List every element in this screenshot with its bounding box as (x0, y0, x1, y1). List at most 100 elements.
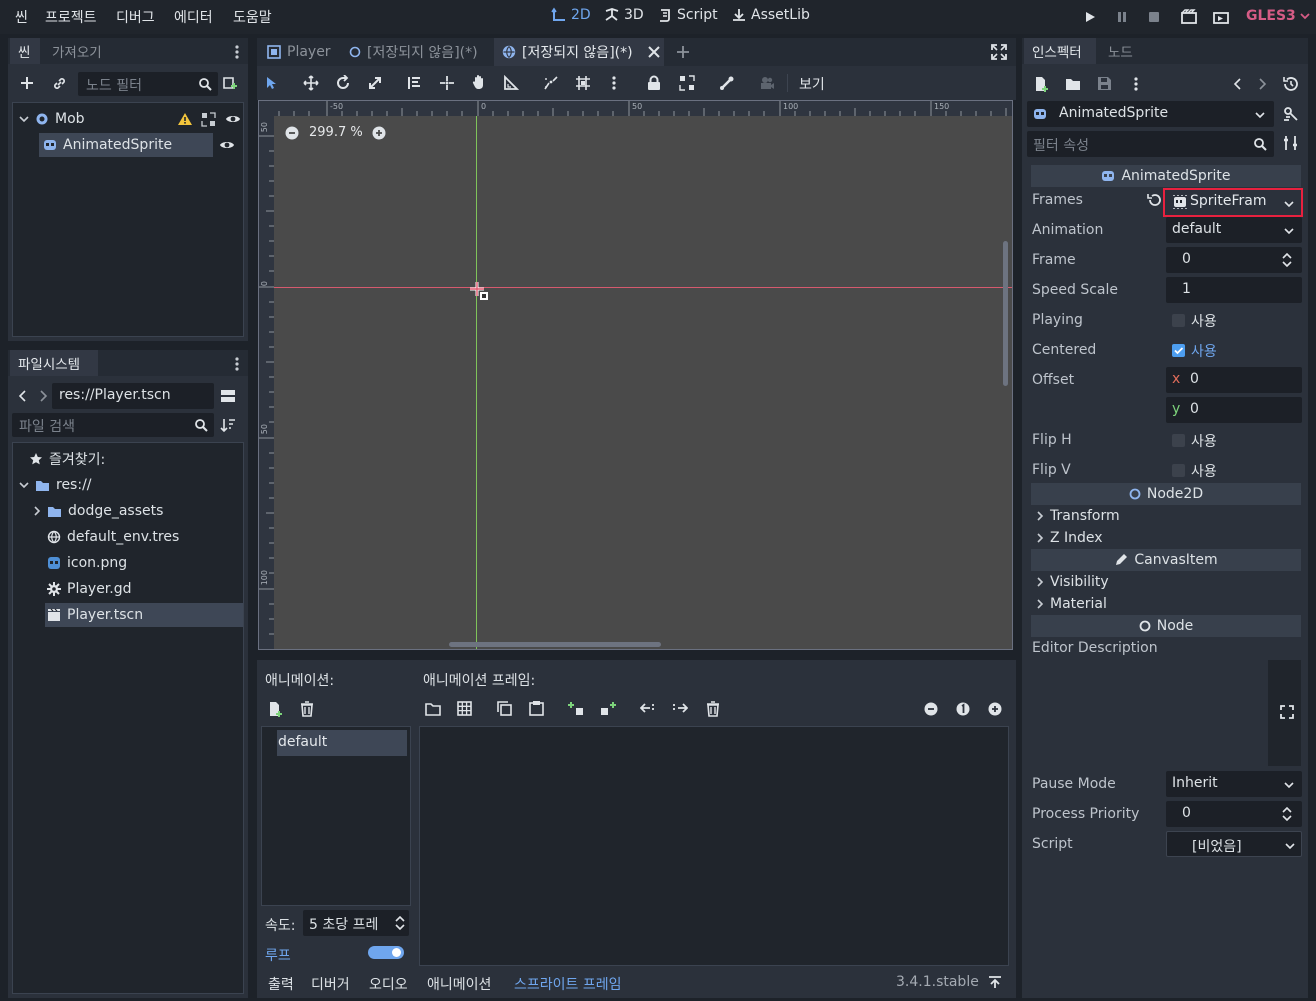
tab-animation[interactable]: 애니메이션 (427, 974, 491, 994)
tab-sprite-frames[interactable]: 스프라이트 프레임 (514, 974, 622, 994)
vertical-scrollbar[interactable] (1003, 241, 1008, 386)
split-view-icon[interactable] (220, 388, 236, 404)
frames-resource-field[interactable]: SpriteFram (1163, 188, 1303, 217)
move-tool-icon[interactable] (303, 75, 319, 91)
zoom-out-icon[interactable] (285, 126, 299, 140)
workspace-3d-button[interactable]: 3D (604, 7, 644, 23)
sprite-sheet-icon[interactable] (457, 701, 472, 716)
more-options-icon[interactable] (1133, 76, 1139, 92)
eye-icon[interactable] (219, 139, 235, 151)
group-zindex[interactable]: Z Index (1036, 527, 1103, 549)
file-item-dodge-assets[interactable]: dodge_assets (33, 499, 163, 523)
more-options-icon[interactable] (611, 75, 617, 91)
history-icon[interactable] (1283, 76, 1298, 91)
close-icon[interactable] (648, 46, 660, 58)
back-icon[interactable] (18, 390, 28, 402)
animation-item-default[interactable]: default (277, 730, 407, 756)
history-back-icon[interactable] (1233, 78, 1243, 90)
more-options-icon[interactable] (234, 44, 240, 60)
add-tab-icon[interactable] (676, 45, 690, 59)
pivot-tool-icon[interactable] (439, 75, 455, 91)
link-icon[interactable] (52, 76, 67, 91)
chevron-down-icon[interactable] (1284, 199, 1294, 209)
chevron-right-icon[interactable] (33, 506, 41, 516)
tab-unsaved-2[interactable]: [저장되지 않음](*) (494, 38, 664, 66)
tab-node[interactable]: 노드 (1100, 38, 1144, 64)
eye-icon[interactable] (225, 113, 241, 125)
more-options-icon[interactable] (234, 356, 240, 372)
menu-scene[interactable]: 씬 (15, 7, 28, 27)
file-search-input[interactable]: 파일 검색 (12, 413, 214, 437)
sort-icon[interactable] (220, 417, 236, 433)
tab-import[interactable]: 가져오기 (44, 38, 124, 64)
tab-scene[interactable]: 씬 (10, 38, 40, 64)
property-filter-input[interactable]: 필터 속성 (1027, 131, 1274, 157)
revert-icon[interactable] (1147, 193, 1161, 207)
new-resource-icon[interactable] (1034, 76, 1049, 92)
workspace-2d-button[interactable]: 2D (551, 7, 591, 23)
select-tool-icon[interactable] (265, 76, 279, 90)
file-item-icon-png[interactable]: icon.png (47, 551, 127, 575)
new-animation-icon[interactable] (268, 701, 283, 717)
sprite-origin-marker[interactable] (469, 281, 495, 305)
speed-spinbox[interactable]: 5 초당 프레 (303, 910, 409, 936)
offset-y-input[interactable]: y 0 (1166, 397, 1302, 423)
play-scene-icon[interactable] (1181, 9, 1197, 25)
zoom-out-icon[interactable] (924, 702, 938, 716)
workspace-assetlib-button[interactable]: AssetLib (731, 7, 810, 23)
flip-v-checkbox[interactable]: 사용 (1166, 457, 1302, 483)
frame-grid[interactable] (419, 726, 1009, 966)
group-transform[interactable]: Transform (1036, 505, 1120, 527)
play-custom-scene-icon[interactable] (1213, 9, 1229, 25)
flip-h-checkbox[interactable]: 사용 (1166, 427, 1302, 453)
scale-tool-icon[interactable] (367, 75, 383, 91)
pause-icon[interactable] (1115, 10, 1129, 24)
delete-frame-icon[interactable] (706, 701, 720, 717)
chevron-down-icon[interactable] (19, 480, 29, 490)
group-visibility[interactable]: Visibility (1036, 571, 1109, 593)
object-properties-icon[interactable] (1282, 105, 1299, 122)
group-selectable-icon[interactable] (201, 112, 216, 127)
frame-spinbox[interactable]: 0 (1166, 247, 1302, 273)
tab-unsaved-1[interactable]: [저장되지 않음](*) (339, 38, 488, 66)
tab-audio[interactable]: 오디오 (369, 974, 408, 994)
group-material[interactable]: Material (1036, 593, 1107, 615)
pan-tool-icon[interactable] (471, 74, 487, 90)
view-menu-button[interactable]: 보기 (799, 74, 825, 94)
menu-editor[interactable]: 에디터 (174, 7, 213, 27)
tab-filesystem[interactable]: 파일시스템 (10, 350, 98, 376)
pause-mode-dropdown[interactable]: Inherit (1166, 771, 1302, 797)
renderer-select[interactable]: GLES3 (1246, 8, 1310, 24)
trash-icon[interactable] (300, 701, 314, 717)
move-right-icon[interactable] (672, 702, 688, 714)
horizontal-scrollbar[interactable] (449, 642, 661, 647)
file-item-player-gd[interactable]: Player.gd (47, 577, 132, 601)
load-frame-icon[interactable] (425, 702, 441, 716)
zoom-reset-icon[interactable] (956, 702, 970, 716)
path-field[interactable]: res://Player.tscn (52, 383, 214, 409)
chevron-down-icon[interactable] (19, 114, 29, 124)
insert-before-icon[interactable] (568, 701, 586, 716)
instance-scene-icon[interactable] (222, 75, 238, 91)
menu-debug[interactable]: 디버그 (116, 7, 155, 27)
workspace-script-button[interactable]: Script (657, 7, 718, 23)
zoom-in-icon[interactable] (988, 702, 1002, 716)
tree-item-mob[interactable]: Mob (19, 107, 241, 131)
expand-icon[interactable] (1280, 705, 1294, 719)
playing-checkbox[interactable]: 사용 (1166, 307, 1302, 333)
skeleton-icon[interactable] (719, 75, 735, 91)
add-node-icon[interactable] (20, 76, 34, 90)
node-filter-input[interactable]: 노드 필터 (78, 72, 218, 96)
editor-description-textarea[interactable] (1032, 660, 1268, 766)
spin-arrows-icon[interactable] (1282, 807, 1292, 821)
object-selector[interactable]: AnimatedSprite (1027, 101, 1274, 127)
history-forward-icon[interactable] (1257, 78, 1267, 90)
speed-scale-input[interactable]: 1 (1166, 277, 1302, 303)
spin-arrows-icon[interactable] (1282, 253, 1292, 267)
offset-x-input[interactable]: x 0 (1166, 367, 1302, 393)
canvas-viewport[interactable]: -50 0 50 100 150 50 0 50 100 299.7 % (258, 100, 1013, 650)
smart-snap-icon[interactable] (543, 75, 559, 91)
process-priority-spinbox[interactable]: 0 (1166, 801, 1302, 827)
warning-icon[interactable] (177, 112, 193, 126)
zoom-in-icon[interactable] (372, 126, 386, 140)
